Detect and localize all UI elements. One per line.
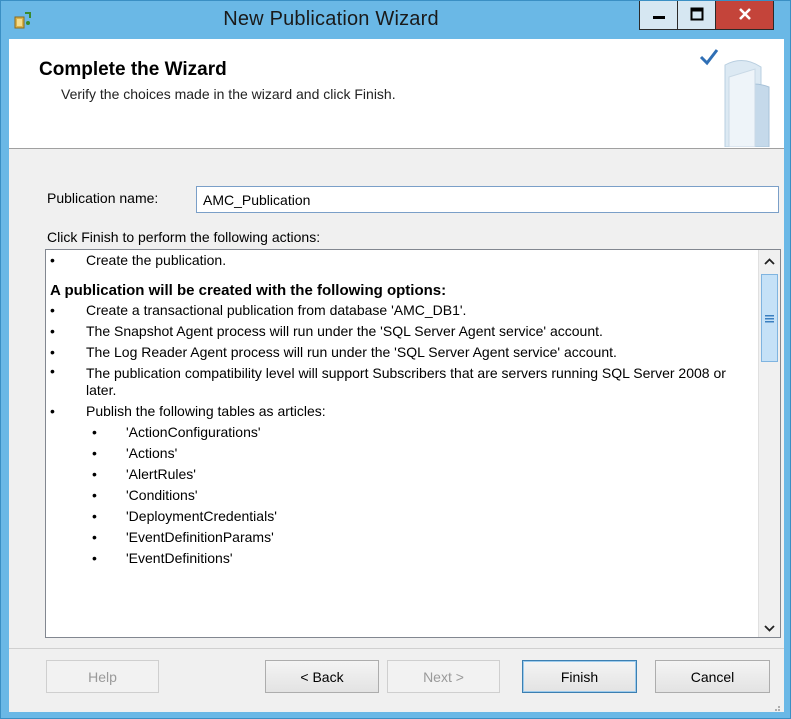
book-checkmark-icon — [691, 47, 783, 148]
bullet: • — [50, 403, 55, 419]
window-title: New Publication Wizard — [223, 8, 439, 30]
bullet: • — [50, 323, 55, 339]
scroll-thumb[interactable] — [761, 274, 778, 362]
finish-button[interactable]: Finish — [522, 660, 637, 693]
article-item: • 'Actions' — [46, 443, 758, 464]
wizard-body: Complete the Wizard Verify the choices m… — [9, 39, 784, 712]
bullet: • — [92, 487, 97, 503]
bullet: • — [50, 344, 55, 360]
minimize-button[interactable] — [639, 1, 678, 30]
resize-grip-icon[interactable] — [771, 699, 781, 711]
list-item: • Create a transactional publication fro… — [46, 300, 758, 321]
scroll-up-button[interactable] — [759, 250, 780, 270]
article-item: • 'EventDefinitions' — [46, 548, 758, 569]
list-item-text: The Snapshot Agent process will run unde… — [86, 323, 603, 339]
summary-content: • Create the publication. A publication … — [46, 250, 758, 637]
article-name: 'DeploymentCredentials' — [126, 508, 277, 524]
bullet: • — [50, 363, 55, 379]
cancel-button[interactable]: Cancel — [655, 660, 770, 693]
close-button[interactable] — [716, 1, 774, 30]
vertical-scrollbar[interactable] — [758, 250, 780, 637]
bullet: • — [92, 445, 97, 461]
chevron-down-icon — [764, 620, 775, 635]
article-name: 'EventDefinitionParams' — [126, 529, 274, 545]
article-item: • 'DeploymentCredentials' — [46, 506, 758, 527]
grip-icon — [765, 310, 774, 326]
page-title: Complete the Wizard — [39, 59, 227, 80]
article-name: 'ActionConfigurations' — [126, 424, 261, 440]
article-item: • 'AlertRules' — [46, 464, 758, 485]
minimize-icon — [652, 7, 666, 24]
bullet: • — [92, 424, 97, 440]
scroll-down-button[interactable] — [759, 617, 780, 637]
bullet: • — [92, 508, 97, 524]
wizard-header: Complete the Wizard Verify the choices m… — [9, 39, 784, 149]
publication-name-input[interactable] — [196, 186, 779, 213]
bullet: • — [92, 529, 97, 545]
article-item: • 'Conditions' — [46, 485, 758, 506]
list-item: • The Snapshot Agent process will run un… — [46, 321, 758, 342]
list-item: • Create the publication. — [46, 250, 758, 271]
bullet: • — [92, 466, 97, 482]
article-name: 'EventDefinitions' — [126, 550, 233, 566]
section-heading: A publication will be created with the f… — [50, 282, 447, 299]
close-icon — [738, 7, 752, 24]
back-button[interactable]: < Back — [265, 660, 379, 693]
list-item-text: The publication compatibility level will… — [86, 365, 726, 398]
footer-divider — [9, 648, 784, 649]
page-subtitle: Verify the choices made in the wizard an… — [61, 86, 396, 102]
bullet: • — [50, 252, 55, 268]
bullet: • — [92, 550, 97, 566]
title-bar[interactable]: New Publication Wizard — [1, 1, 790, 39]
maximize-button[interactable] — [678, 1, 716, 30]
list-item: • The publication compatibility level wi… — [46, 363, 758, 401]
list-item-text: Create the publication. — [86, 252, 227, 268]
article-name: 'Actions' — [126, 445, 178, 461]
wizard-window: New Publication Wizard Complete the Wiza… — [0, 0, 791, 719]
chevron-up-icon — [764, 253, 775, 268]
next-button[interactable]: Next > — [387, 660, 500, 693]
list-item-text: Create a transactional publication from … — [86, 302, 467, 318]
help-button[interactable]: Help — [46, 660, 159, 693]
article-item: • 'ActionConfigurations' — [46, 422, 758, 443]
publication-name-label: Publication name: — [47, 190, 159, 206]
article-name: 'Conditions' — [126, 487, 198, 503]
list-item-text: Publish the following tables as articles… — [86, 403, 326, 419]
list-item: • Publish the following tables as articl… — [46, 401, 758, 422]
article-item: • 'EventDefinitionParams' — [46, 527, 758, 548]
bullet: • — [50, 302, 55, 318]
actions-label: Click Finish to perform the following ac… — [47, 229, 321, 245]
article-name: 'AlertRules' — [126, 466, 196, 482]
summary-listbox[interactable]: • Create the publication. A publication … — [45, 249, 781, 638]
list-item: • The Log Reader Agent process will run … — [46, 342, 758, 363]
list-item-text: The Log Reader Agent process will run un… — [86, 344, 617, 360]
maximize-icon — [690, 7, 704, 24]
